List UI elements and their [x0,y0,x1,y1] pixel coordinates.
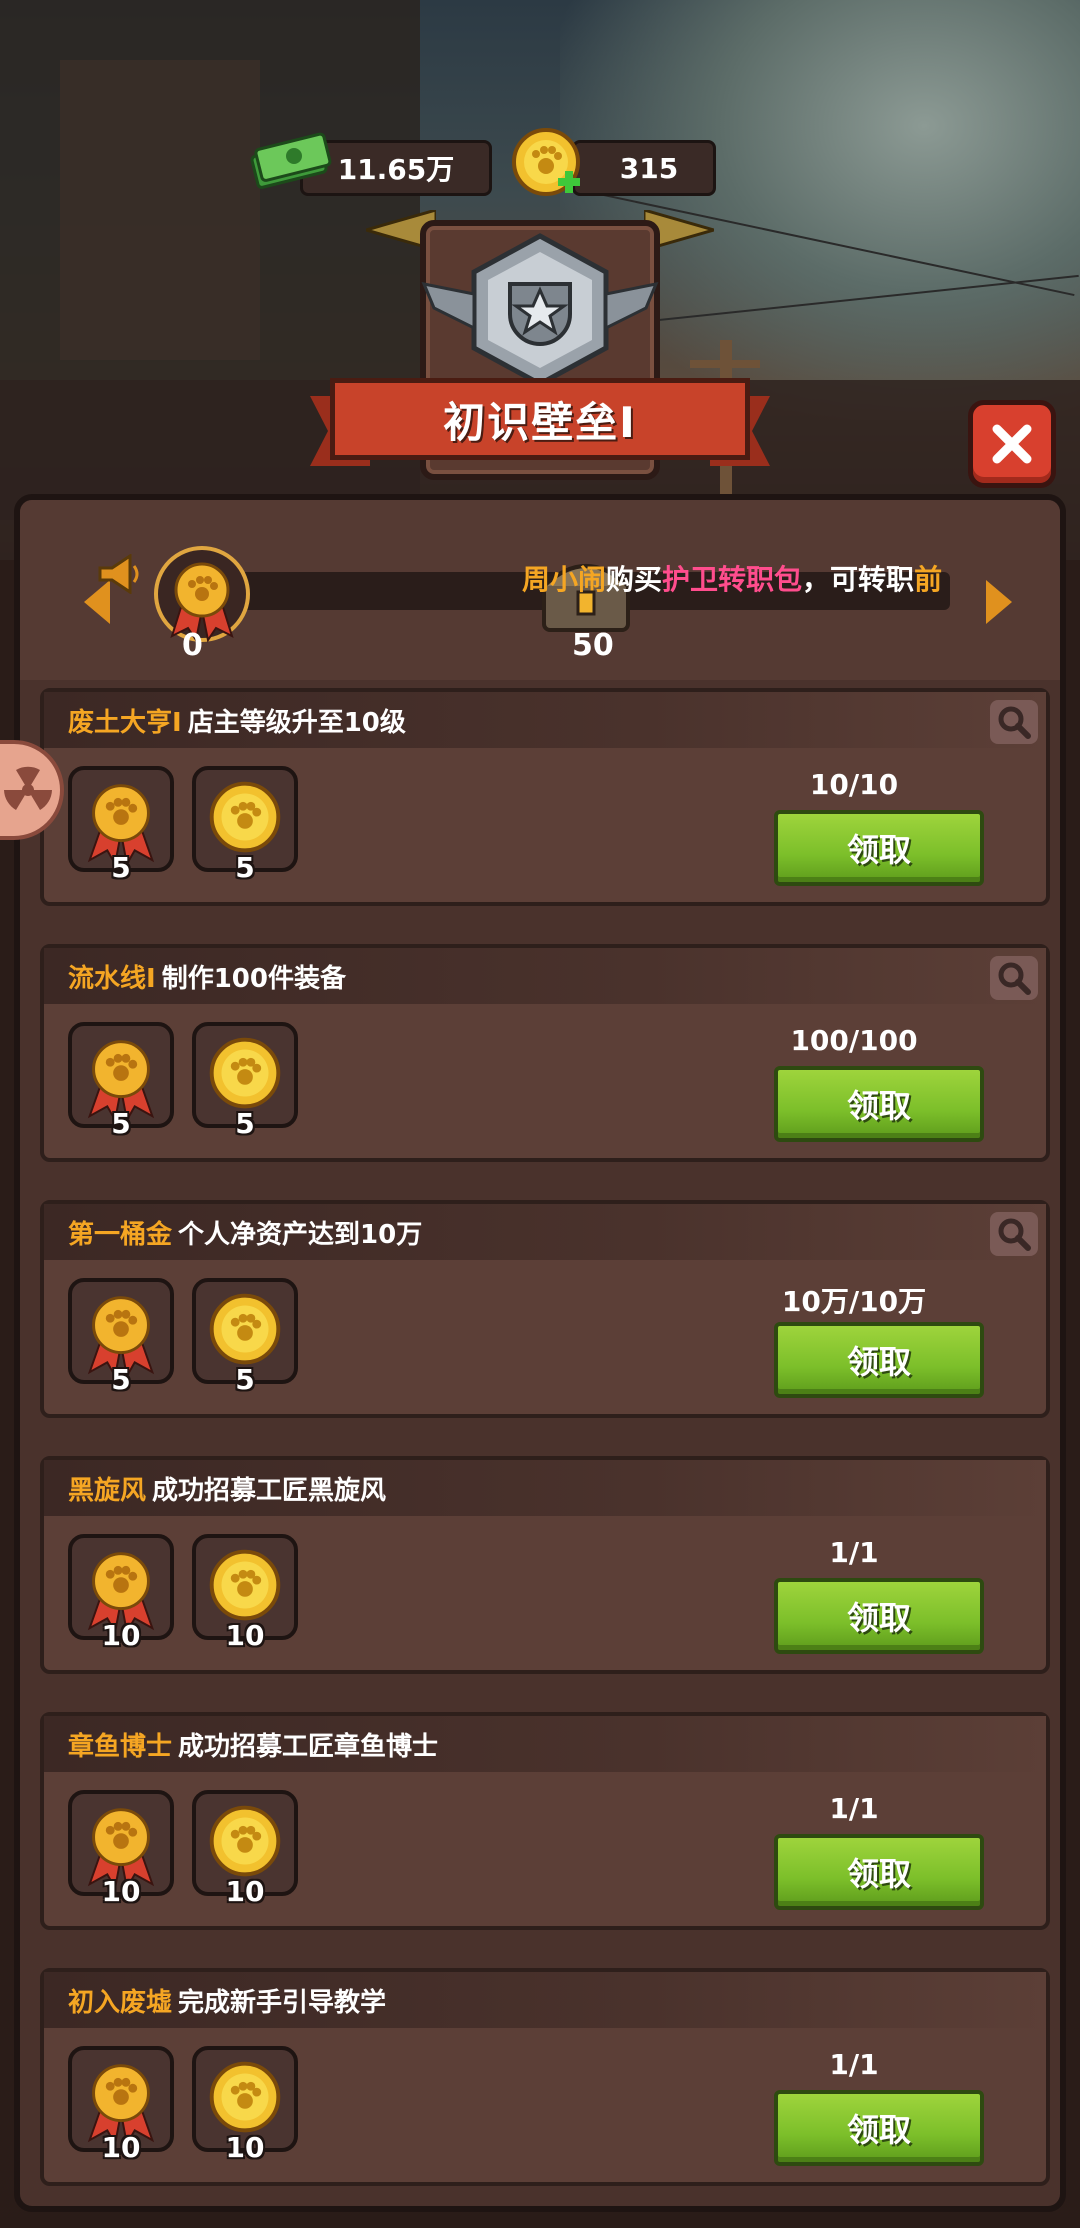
achievement-header: 章鱼博士 成功招募工匠章鱼博士 [44,1716,1046,1772]
claim-button[interactable]: 领取 [774,1322,984,1398]
reward-badge-slot: 5 [68,1278,174,1396]
ticker-player-name: 周小闹 [522,563,607,596]
search-button[interactable] [990,1212,1038,1256]
reward-gold-slot: 5 [192,1022,298,1140]
reward-badge-count: 5 [111,851,131,884]
achievement-description: 制作100件装备 [161,963,346,994]
achievement-name: 废土大亨I [68,707,182,738]
achievement-progress: 10万/10万 [781,1285,927,1318]
scroll-right-icon[interactable] [986,580,1012,624]
reward-gold-count: 5 [235,1107,255,1140]
achievement-description: 完成新手引导教学 [178,1987,387,2018]
reward-gold-count: 10 [225,1619,265,1652]
achievement-description: 成功招募工匠黑旋风 [152,1475,387,1506]
achievement-header: 流水线I 制作100件装备 [44,948,1046,1004]
achievement-header: 黑旋风 成功招募工匠黑旋风 [44,1460,1046,1516]
claim-button[interactable]: 领取 [774,1834,984,1910]
achievement-card: 章鱼博士 成功招募工匠章鱼博士 10 10 1/1 领取 [40,1712,1050,1930]
achievement-card: 废土大亨I 店主等级升至10级 5 5 10/10 领取 [40,688,1050,906]
ticker-tail: 前擀 [914,563,942,596]
reward-gold-count: 5 [235,1363,255,1396]
reward-gold-slot: 10 [192,2046,298,2164]
reward-gold-count: 10 [225,2131,265,2164]
cash-value: 11.65万 [337,153,455,186]
close-icon [992,424,1032,464]
building [60,60,260,360]
achievement-name: 第一桶金 [68,1219,173,1250]
close-button[interactable] [968,400,1056,488]
gold-coin-add-icon[interactable] [510,126,586,202]
progress-milestone-label: 50 [572,628,614,663]
achievement-name: 流水线I [68,963,156,994]
achievement-header: 废土大亨I 店主等级升至10级 [44,692,1046,748]
announcement-speaker-icon [98,554,139,594]
achievement-progress: 1/1 [829,1792,879,1825]
achievement-card: 流水线I 制作100件装备 5 5 100/100 领取 [40,944,1050,1162]
reward-badge-slot: 10 [68,2046,174,2164]
radiation-icon [4,766,52,810]
reward-badge-count: 10 [101,1619,141,1652]
achievement-list[interactable]: 废土大亨I 店主等级升至10级 5 5 10/10 领取 流水线I 制作100件装备 5 5 100… [40,688,1050,2206]
reward-gold-slot: 10 [192,1790,298,1908]
silver-trophy-icon [421,233,659,387]
achievement-badge: 初识壁垒I [310,210,770,500]
claim-button[interactable]: 领取 [774,1066,984,1142]
ticker-highlight: 护卫转职包 [662,563,803,596]
search-icon [998,962,1031,995]
achievement-name: 初入废墟 [68,1987,173,2018]
reward-gold-count: 10 [225,1875,265,1908]
reward-badge-slot: 5 [68,1022,174,1140]
reward-badge-count: 5 [111,1363,131,1396]
achievement-progress: 10/10 [809,768,899,801]
search-button[interactable] [990,956,1038,1000]
achievement-progress: 1/1 [829,2048,879,2081]
reward-badge-slot: 10 [68,1790,174,1908]
reward-badge-count: 5 [111,1107,131,1140]
achievement-card: 初入废墟 完成新手引导教学 10 10 1/1 领取 [40,1968,1050,2186]
achievement-description: 成功招募工匠章鱼博士 [178,1731,439,1762]
reward-badge-slot: 10 [68,1534,174,1652]
reward-badge-count: 10 [101,2131,141,2164]
reward-gold-count: 5 [235,851,255,884]
achievement-name: 章鱼博士 [68,1731,173,1762]
cash-stack-icon [250,132,332,189]
gold-counter: 315 [572,140,716,196]
achievement-name: 黑旋风 [68,1475,147,1506]
achievement-progress: 100/100 [790,1024,918,1057]
achievement-panel: 0 50 周小闹购买护卫转职包，可转职前擀 废土大亨I店主等级升至10级 5 5 10… [14,494,1066,2212]
reward-gold-slot: 5 [192,766,298,884]
gold-value: 315 [619,151,679,185]
claim-button[interactable]: 领取 [774,2090,984,2166]
reward-gold-slot: 10 [192,1534,298,1652]
achievement-card: 第一桶金 个人净资产达到10万 5 5 10万/10万领取 [40,1200,1050,1418]
reward-badge-slot: 5 [68,766,174,884]
announcement-ticker: 周小闹购买护卫转职包，可转职前擀 [522,558,942,596]
progress-start-label: 0 [182,628,203,663]
search-button[interactable] [990,700,1038,744]
ticker-text-a: 购买 [606,563,663,596]
ticker-text-b: ，可转职 [802,563,915,596]
search-icon [998,706,1031,739]
claim-button[interactable]: 领取 [774,810,984,886]
achievement-card: 黑旋风 成功招募工匠黑旋风 10 10 1/1 领取 [40,1456,1050,1674]
achievement-description: 个人净资产达到10万 [178,1219,423,1250]
reward-gold-slot: 5 [192,1278,298,1396]
search-icon [998,1218,1031,1251]
claim-button[interactable]: 领取 [774,1578,984,1654]
page-title: 初识壁垒I [330,378,750,460]
achievement-header: 初入废墟 完成新手引导教学 [44,1972,1046,2028]
achievement-header: 第一桶金 个人净资产达到10万 [44,1204,1046,1260]
achievement-description: 店主等级升至10级 [187,707,406,738]
achievement-progress: 1/1 [829,1536,879,1569]
reward-badge-count: 10 [101,1875,141,1908]
progress-area: 0 50 周小闹购买护卫转职包，可转职前擀 [20,500,1060,680]
